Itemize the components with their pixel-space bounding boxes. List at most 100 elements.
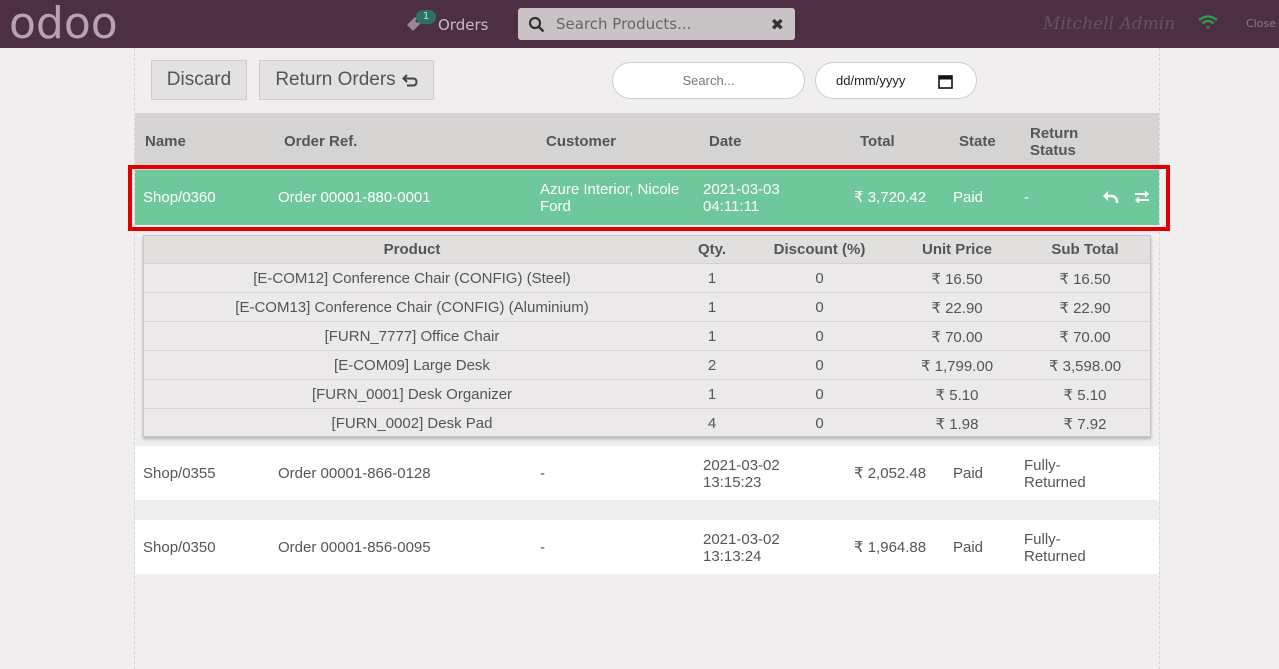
order-line-row: [FURN_7777] Office Chair 1 0 ₹ 70.00 ₹ 7… [144,321,1150,350]
order-total: ₹ 3,720.42 [854,189,927,206]
order-date: 2021-03-02 13:13:24 [703,531,780,565]
lines-header-qty: Qty. [697,241,727,258]
ticket-icon: 1 [404,10,436,36]
search-icon [528,16,545,33]
order-total: ₹ 2,052.48 [854,465,927,482]
line-product: [FURN_0002] Desk Pad [331,415,493,432]
exchange-icon[interactable] [1133,189,1151,205]
order-state: Paid [953,539,984,556]
odoo-logo: odoo [9,4,118,44]
order-total: ₹ 1,964.88 [854,539,927,556]
line-sub-total: ₹ 22.90 [1059,300,1111,317]
order-state: Paid [953,189,984,206]
order-row-actions [1101,189,1151,205]
order-return-status-line1: Fully- [1024,457,1061,474]
undo-icon [401,73,418,86]
line-sub-total: ₹ 7.92 [1063,416,1107,433]
order-date: 2021-03-03 04:11:11 [703,181,780,215]
order-return-status-line2: Returned [1024,548,1086,565]
return-orders-button[interactable]: Return Orders [259,60,434,100]
column-header-date: Date [709,133,742,150]
order-line-row: [E-COM12] Conference Chair (CONFIG) (Ste… [144,263,1150,292]
clear-search-icon[interactable]: ✖ [771,15,784,34]
product-search-box: ✖ [518,8,795,40]
order-ref: Order 00001-856-0095 [278,539,431,556]
column-header-customer: Customer [546,133,617,150]
line-unit-price: ₹ 5.10 [935,387,979,404]
column-header-order-ref: Order Ref. [284,133,358,150]
line-unit-price: ₹ 70.00 [931,329,983,346]
order-lines-header: Product Qty. Discount (%) Unit Price Sub… [144,236,1150,263]
date-filter-placeholder: dd/mm/yyyy [836,73,906,88]
line-product: [E-COM09] Large Desk [334,357,490,374]
line-unit-price: ₹ 1,799.00 [920,358,994,375]
order-date-time: 13:15:23 [703,474,762,491]
line-product: [FURN_7777] Office Chair [324,328,500,345]
order-row[interactable]: Shop/0350 Order 00001-856-0095 - 2021-03… [135,520,1159,574]
order-name: Shop/0350 [143,539,216,556]
lines-header-product: Product [383,241,441,258]
close-button[interactable]: Close [1246,17,1276,30]
order-return-status: Fully- Returned [1024,531,1086,565]
line-sub-total: ₹ 16.50 [1059,271,1111,288]
product-search-input[interactable] [556,11,766,37]
line-product: [FURN_0001] Desk Organizer [311,386,513,403]
order-customer: - [540,465,545,482]
order-row-selected[interactable]: Shop/0360 Order 00001-880-0001 Azure Int… [135,170,1159,225]
return-orders-button-label: Return Orders [275,69,396,90]
order-customer-line2: Ford [540,198,571,215]
order-state: Paid [953,465,984,482]
date-filter-input[interactable]: dd/mm/yyyy [815,62,977,99]
order-date: 2021-03-02 13:15:23 [703,457,780,491]
user-name: Mitchell Admin [1043,14,1176,34]
order-return-status: Fully- Returned [1024,457,1086,491]
odoo-logo-text: odoo [9,4,118,44]
column-header-return-status-line2: Status [1030,142,1076,159]
order-line-row: [FURN_0001] Desk Organizer 1 0 ₹ 5.10 ₹ … [144,379,1150,408]
line-sub-total: ₹ 5.10 [1063,387,1107,404]
line-discount: 0 [815,270,824,287]
lines-header-unit-price: Unit Price [921,241,993,258]
lines-header-discount: Discount (%) [773,241,866,258]
line-unit-price: ₹ 16.50 [931,271,983,288]
line-unit-price: ₹ 22.90 [931,300,983,317]
orders-tab[interactable]: 1 Orders [404,10,488,38]
line-discount: 0 [815,386,824,403]
order-date-day: 2021-03-02 [703,531,780,548]
calendar-icon[interactable] [938,74,953,89]
line-product: [E-COM13] Conference Chair (CONFIG) (Alu… [235,299,589,316]
column-header-return-status: Return Status [1030,125,1078,159]
order-date-time: 13:13:24 [703,548,762,565]
lines-header-sub-total: Sub Total [1051,241,1119,258]
order-lines-table: Product Qty. Discount (%) Unit Price Sub… [143,235,1151,437]
order-row[interactable]: Shop/0355 Order 00001-866-0128 - 2021-03… [135,446,1159,500]
line-unit-price: ₹ 1.98 [935,416,979,433]
column-header-return-status-line1: Return [1030,125,1079,142]
top-navbar: odoo 1 Orders ✖ Mitchell Admin Close [0,0,1279,48]
line-qty: 1 [707,299,717,316]
order-line-row: [FURN_0002] Desk Pad 4 0 ₹ 1.98 ₹ 7.92 [144,408,1150,437]
order-line-row: [E-COM09] Large Desk 2 0 ₹ 1,799.00 ₹ 3,… [144,350,1150,379]
line-sub-total: ₹ 3,598.00 [1048,358,1122,375]
orders-count-badge: 1 [416,10,436,24]
order-return-status: - [1024,189,1029,206]
order-customer-line1: Azure Interior, Nicole [540,181,680,198]
order-return-status-line1: Fully- [1024,531,1061,548]
order-search-box [612,62,805,99]
order-name: Shop/0355 [143,465,216,482]
return-order-icon[interactable] [1101,189,1119,205]
orders-table-header: Name Order Ref. Customer Date Total Stat… [135,113,1159,170]
order-line-row: [E-COM13] Conference Chair (CONFIG) (Alu… [144,292,1150,321]
order-return-status-line2: Returned [1024,474,1086,491]
line-discount: 0 [815,357,824,374]
column-header-name: Name [145,133,186,150]
line-qty: 4 [707,415,717,432]
line-discount: 0 [815,328,824,345]
discard-button-label: Discard [166,69,232,90]
line-sub-total: ₹ 70.00 [1059,329,1111,346]
discard-button[interactable]: Discard [151,60,247,100]
order-date-time: 04:11:11 [703,198,760,215]
order-date-day: 2021-03-02 [703,457,780,474]
order-search-input[interactable] [613,63,804,98]
order-ref: Order 00001-866-0128 [278,465,431,482]
